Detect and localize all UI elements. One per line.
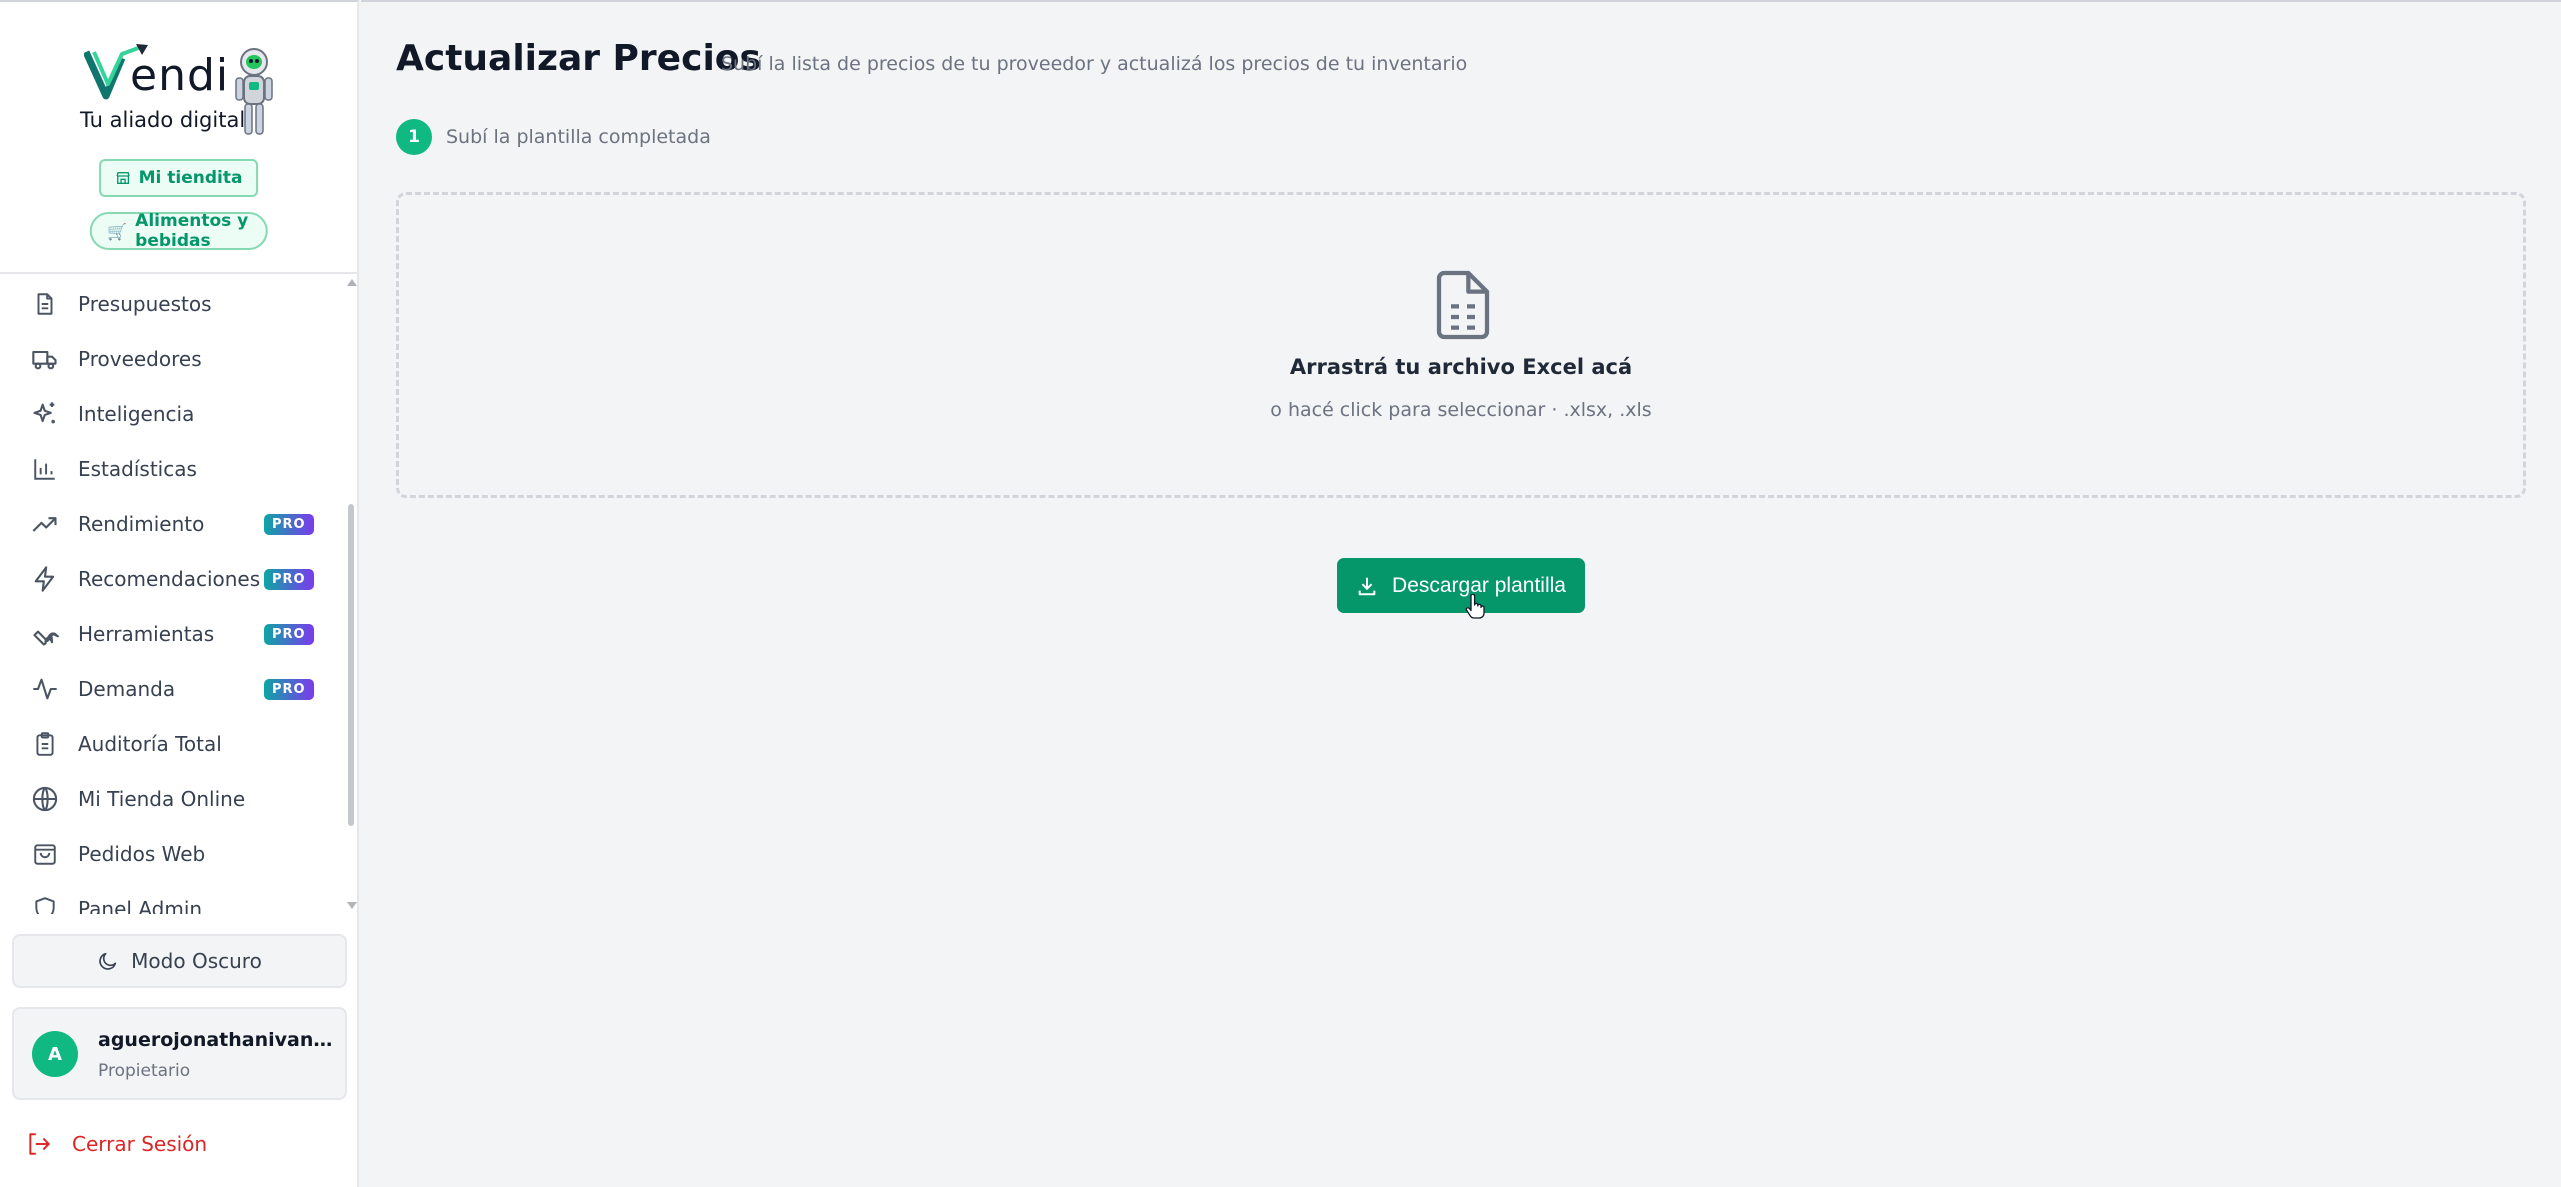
wrench-icon [30,619,60,649]
sidebar-item-label: Mi Tienda Online [78,787,246,811]
sidebar-item-label: Auditoría Total [78,732,222,756]
dark-mode-button[interactable]: Modo Oscuro [12,934,347,988]
pro-badge: PRO [264,623,314,645]
sidebar-item-presupuestos[interactable]: Presupuestos [0,278,340,330]
shopping-bag-icon [30,839,60,869]
page-subtitle: Subí la lista de precios de tu proveedor… [721,53,1468,75]
avatar: A [32,1031,78,1077]
sidebar-item-proveedores[interactable]: Proveedores [0,333,340,385]
sidebar-item-label: Pedidos Web [78,842,206,866]
activity-icon [30,674,60,704]
sidebar-item-demanda[interactable]: Demanda PRO [0,663,340,715]
category-chip[interactable]: 🛒 Alimentos y bebidas [89,211,268,251]
vendi-logo[interactable]: endi Tu aliado digital [78,40,278,140]
download-icon [1358,577,1376,595]
sidebar-item-label: Demanda [78,677,176,701]
sidebar-item-label: Herramientas [78,622,215,646]
logo-tagline: Tu aliado digital [80,108,246,132]
clipboard-icon [30,729,60,759]
sidebar-item-label: Rendimiento [78,512,205,536]
sidebar-item-recomendaciones[interactable]: Recomendaciones PRO [0,553,340,605]
bar-chart-icon [30,454,60,484]
robot-mascot-icon [235,48,273,135]
cart-icon: 🛒 [107,221,128,241]
dropzone-title: Arrastrá tu archivo Excel acá [1289,355,1633,379]
step-label: Subí la plantilla completada [446,126,711,148]
logo-wordmark: endi [130,50,230,101]
sidebar: endi Tu aliado digital Mi tiendita 🛒 Ali… [0,0,359,1187]
trending-up-icon [30,509,60,539]
sidebar-item-tienda-online[interactable]: Mi Tienda Online [0,773,340,825]
globe-icon [30,784,60,814]
logout-button[interactable]: Cerrar Sesión [26,1126,207,1162]
shield-icon [30,894,60,914]
sidebar-item-estadisticas[interactable]: Estadísticas [0,443,340,495]
sidebar-item-pedidos-web[interactable]: Pedidos Web [0,828,340,880]
sidebar-item-label: Presupuestos [78,292,212,316]
download-template-button[interactable]: Descargar plantilla [1337,558,1585,613]
sidebar-item-label: Proveedores [78,347,202,371]
sidebar-item-label: Recomendaciones [78,567,261,591]
file-text-icon [30,289,60,319]
sidebar-nav: Presupuestos Proveedores Inteligencia Es… [0,274,357,914]
sidebar-item-rendimiento[interactable]: Rendimiento PRO [0,498,340,550]
logout-icon [29,1133,50,1155]
user-card[interactable]: A aguerojonathanivan@g... Propietario [12,1007,347,1100]
pro-badge: PRO [264,568,314,590]
sidebar-item-inteligencia[interactable]: Inteligencia [0,388,340,440]
logout-label: Cerrar Sesión [72,1132,208,1156]
store-chip-label: Mi tiendita [138,168,243,188]
sidebar-item-panel-admin[interactable]: Panel Admin [0,883,340,914]
page-title: Actualizar Precios [396,38,761,79]
store-chip[interactable]: Mi tiendita [98,159,259,197]
spreadsheet-file-icon [1436,270,1490,340]
file-dropzone[interactable]: Arrastrá tu archivo Excel acá o hacé cli… [396,192,2526,498]
main-content: Actualizar Precios Subí la lista de prec… [361,0,2561,1187]
scroll-down-arrow-icon[interactable] [347,902,357,909]
dark-mode-label: Modo Oscuro [131,949,262,973]
sidebar-item-label: Inteligencia [78,402,195,426]
sidebar-header: endi Tu aliado digital Mi tiendita 🛒 Ali… [0,2,357,274]
dropzone-hint: o hacé click para seleccionar · .xlsx, .… [1270,399,1652,421]
zap-icon [30,564,60,594]
user-role: Propietario [98,1061,191,1081]
truck-icon [30,344,60,374]
step-number-badge: 1 [396,119,432,155]
category-chip-label: Alimentos y bebidas [135,211,249,251]
sidebar-item-label: Estadísticas [78,457,197,481]
moon-icon [99,952,117,970]
sidebar-item-label: Panel Admin [78,897,203,914]
scroll-up-arrow-icon[interactable] [347,279,357,286]
hand-pointer-cursor-icon [1465,594,1485,619]
sidebar-scroll-thumb[interactable] [348,504,354,826]
step-indicator: 1 Subí la plantilla completada [396,119,711,155]
store-icon [115,172,130,184]
user-email: aguerojonathanivan@g... [98,1029,338,1051]
sidebar-item-herramientas[interactable]: Herramientas PRO [0,608,340,660]
sidebar-item-auditoria[interactable]: Auditoría Total [0,718,340,770]
sparkles-icon [30,399,60,429]
pro-badge: PRO [264,678,314,700]
pro-badge: PRO [264,513,314,535]
